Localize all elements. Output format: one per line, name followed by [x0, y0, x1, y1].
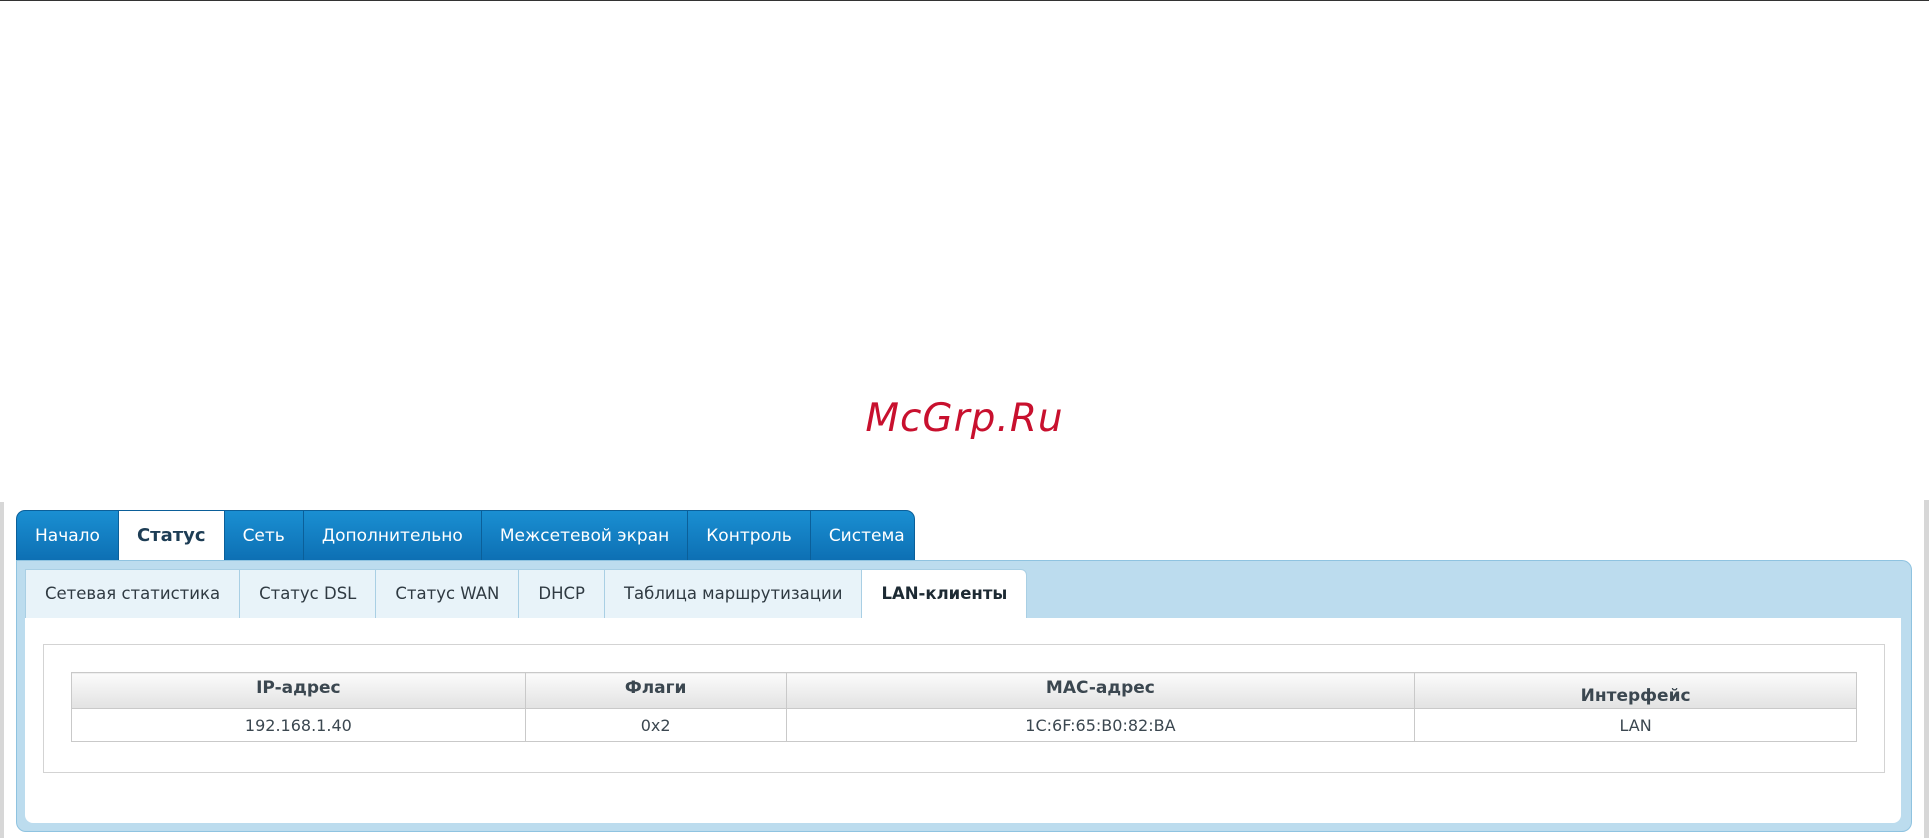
column-header-mac[interactable]: MAC-адрес	[785, 672, 1416, 709]
tab-status[interactable]: Статус	[118, 511, 225, 561]
panel-content: IP-адрес Флаги MAC-адрес Интерфейс 192.1…	[25, 618, 1901, 823]
left-edge	[0, 502, 4, 838]
top-divider	[0, 0, 1929, 1]
cell-mac: 1C:6F:65:B0:82:BA	[785, 708, 1416, 742]
tab-advanced[interactable]: Дополнительно	[304, 511, 482, 561]
column-header-ip[interactable]: IP-адрес	[71, 672, 526, 709]
subtab-network-statistics[interactable]: Сетевая статистика	[25, 569, 240, 619]
table-header-row: IP-адрес Флаги MAC-адрес Интерфейс	[71, 672, 1857, 709]
cell-flags: 0x2	[524, 708, 787, 742]
subtab-wan-status[interactable]: Статус WAN	[375, 569, 519, 619]
right-edge	[1924, 500, 1929, 838]
main-nav: Начало Статус Сеть Дополнительно Межсете…	[16, 510, 915, 561]
tab-network[interactable]: Сеть	[225, 511, 304, 561]
page: McGrp.Ru Начало Статус Сеть Дополнительн…	[0, 0, 1929, 838]
status-panel: Сетевая статистика Статус DSL Статус WAN…	[16, 560, 1912, 832]
column-header-flags[interactable]: Флаги	[524, 672, 787, 709]
sub-nav: Сетевая статистика Статус DSL Статус WAN…	[25, 569, 1028, 620]
column-header-interface[interactable]: Интерфейс	[1414, 672, 1857, 709]
lan-clients-box: IP-адрес Флаги MAC-адрес Интерфейс 192.1…	[43, 644, 1885, 773]
subtab-dhcp[interactable]: DHCP	[518, 569, 604, 619]
subtab-lan-clients[interactable]: LAN-клиенты	[861, 569, 1028, 620]
subtab-dsl-status[interactable]: Статус DSL	[239, 569, 376, 619]
lan-clients-table: IP-адрес Флаги MAC-адрес Интерфейс 192.1…	[71, 672, 1857, 742]
cell-ip: 192.168.1.40	[71, 708, 526, 742]
table-row[interactable]: 192.168.1.40 0x2 1C:6F:65:B0:82:BA LAN	[71, 708, 1857, 742]
tab-home[interactable]: Начало	[17, 511, 119, 561]
cell-interface: LAN	[1414, 708, 1857, 742]
tab-firewall[interactable]: Межсетевой экран	[482, 511, 689, 561]
tab-system[interactable]: Система	[811, 511, 914, 561]
subtab-routing-table[interactable]: Таблица маршрутизации	[603, 569, 862, 619]
tab-control[interactable]: Контроль	[688, 511, 811, 561]
watermark: McGrp.Ru	[865, 396, 1064, 441]
